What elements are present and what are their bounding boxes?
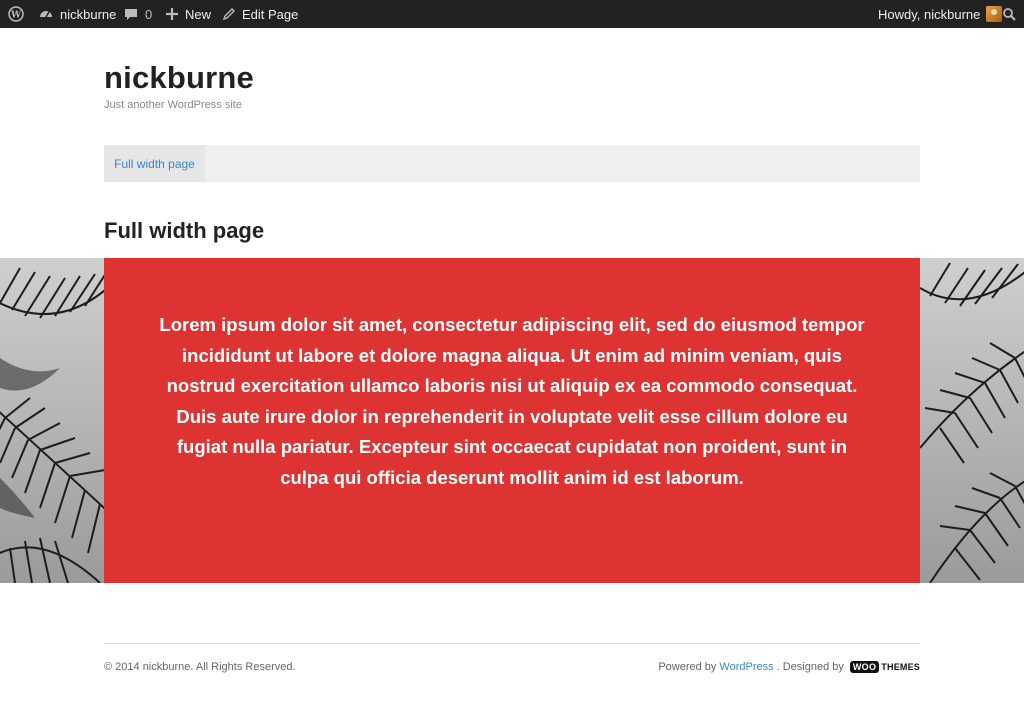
comments-count: 0 [145, 6, 153, 22]
footer-divider [104, 643, 920, 644]
comments-menu[interactable]: 0 [123, 0, 152, 28]
site-name-menu[interactable]: nickburne [38, 0, 116, 28]
site-tagline: Just another WordPress site [104, 99, 242, 111]
wordpress-link[interactable]: WordPress [719, 661, 773, 673]
edit-page-label: Edit Page [242, 6, 299, 22]
powered-by-text: Powered by [658, 661, 717, 673]
dashboard-icon [38, 6, 54, 22]
site-name-label: nickburne [60, 6, 117, 22]
hero-text: Lorem ipsum dolor sit amet, consectetur … [159, 314, 865, 488]
plus-icon [165, 7, 179, 21]
woothemes-logo[interactable]: WOO THEMES [849, 661, 920, 673]
hero-background: Lorem ipsum dolor sit amet, consectetur … [0, 258, 1024, 583]
footer-copyright: © 2014 nickburne. All Rights Reserved. [104, 661, 296, 673]
woo-badge: WOO [849, 661, 880, 673]
designed-by-text: . Designed by [776, 661, 844, 673]
my-account-menu[interactable]: Howdy, nickburne [878, 0, 1003, 28]
edit-page-menu[interactable]: Edit Page [222, 0, 298, 28]
wordpress-icon: W [8, 6, 24, 22]
search-icon [1002, 7, 1016, 21]
palm-leaves-right [920, 262, 1024, 583]
primary-nav: Full width page [104, 145, 920, 182]
woo-themes-text: THEMES [881, 662, 920, 672]
nav-item-full-width-page[interactable]: Full width page [104, 145, 205, 182]
comment-icon [123, 6, 139, 22]
admin-search[interactable] [1002, 0, 1016, 28]
new-label: New [185, 6, 212, 22]
admin-bar: W nickburne 0 New Edit Page Howdy, nickb… [0, 0, 1024, 28]
avatar [986, 6, 1003, 22]
pencil-icon [222, 7, 236, 21]
svg-text:W: W [10, 11, 22, 21]
new-content-menu[interactable]: New [165, 0, 211, 28]
wordpress-menu[interactable]: W [8, 0, 24, 28]
palm-leaves-left [0, 267, 119, 583]
site-title[interactable]: nickburne [104, 60, 254, 96]
howdy-label: Howdy, nickburne [878, 6, 981, 22]
footer-credits: Powered by WordPress. Designed by WOO TH… [658, 661, 920, 673]
page-title: Full width page [104, 218, 265, 243]
hero-content-box: Lorem ipsum dolor sit amet, consectetur … [104, 258, 920, 583]
